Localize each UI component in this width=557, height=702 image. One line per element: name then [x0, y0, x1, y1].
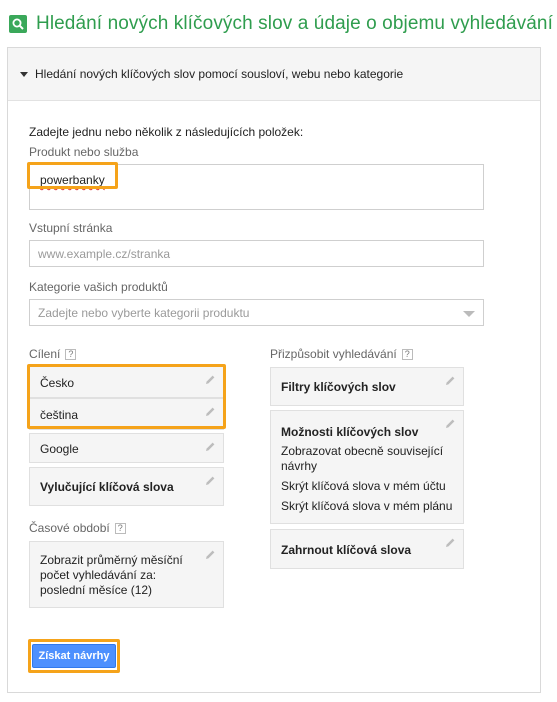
pencil-icon[interactable]	[204, 441, 216, 453]
negative-keywords[interactable]: Vylučující klíčová slova	[29, 467, 224, 506]
targeting-label-text: Cílení	[29, 347, 61, 361]
pencil-icon[interactable]	[444, 375, 456, 387]
keyword-option-line: Zobrazovat obecně související	[281, 444, 444, 458]
keyword-options[interactable]: Možnosti klíčových slov Zobrazovat obecn…	[270, 410, 464, 524]
keyword-filters[interactable]: Filtry klíčových slov	[270, 367, 464, 406]
product-highlight	[27, 162, 118, 189]
keyword-option-line: návrhy	[281, 459, 318, 473]
search-icon	[9, 15, 27, 33]
landing-page-field[interactable]	[29, 240, 484, 267]
panel-title: Hledání nových klíčových slov pomocí sou…	[35, 67, 404, 81]
negative-keywords-text: Vylučující klíčová slova	[40, 480, 174, 494]
include-keywords[interactable]: Zahrnout klíčová slova	[270, 529, 464, 569]
keyword-options-list: Zobrazovat obecně související návrhy Skr…	[281, 444, 452, 514]
dropdown-arrow-icon	[463, 311, 475, 317]
landing-page-label: Vstupní stránka	[29, 221, 113, 235]
page-title: Hledání nových klíčových slov a údaje o …	[36, 13, 553, 34]
button-highlight	[28, 639, 120, 673]
keyword-option-line: Skrýt klíčová slova v mém účtu	[281, 479, 446, 493]
keyword-options-title: Možnosti klíčových slov	[281, 425, 419, 439]
caret-down-icon	[20, 71, 28, 77]
targeting-network[interactable]: Google	[29, 433, 224, 463]
date-range-label-text: Časové období	[29, 521, 110, 535]
date-range-line: počet vyhledávání za:	[40, 568, 157, 582]
date-range-card[interactable]: Zobrazit průměrný měsíční počet vyhledáv…	[29, 541, 224, 608]
targeting-network-text: Google	[40, 442, 79, 456]
category-placeholder: Zadejte nebo vyberte kategorii produktu	[38, 306, 250, 320]
landing-page-input[interactable]	[30, 241, 483, 266]
pencil-icon[interactable]	[444, 537, 456, 549]
date-range-help-icon[interactable]: ?	[114, 522, 126, 534]
keyword-search-panel: Hledání nových klíčových slov pomocí sou…	[7, 47, 541, 693]
pencil-icon[interactable]	[444, 418, 456, 430]
intro-text: Zadejte jednu nebo několik z následující…	[29, 125, 304, 139]
date-range-line: poslední měsíce (12)	[40, 583, 153, 597]
targeting-help-icon[interactable]: ?	[65, 348, 77, 360]
customize-help-icon[interactable]: ?	[401, 348, 413, 360]
customize-label-text: Přizpůsobit vyhledávání	[270, 347, 397, 361]
date-range-label: Časové období ?	[29, 521, 126, 535]
pencil-icon[interactable]	[204, 549, 216, 561]
page-header: Hledání nových klíčových slov a údaje o …	[9, 8, 553, 40]
panel-header-toggle[interactable]: Hledání nových klíčových slov pomocí sou…	[8, 48, 540, 101]
category-select[interactable]: Zadejte nebo vyberte kategorii produktu	[29, 299, 484, 326]
keyword-option-line: Skrýt klíčová slova v mém plánu	[281, 499, 453, 513]
targeting-highlight	[27, 364, 226, 429]
keyword-filters-text: Filtry klíčových slov	[281, 380, 396, 394]
targeting-label: Cílení ?	[29, 347, 77, 361]
product-label: Produkt nebo služba	[29, 145, 139, 159]
date-range-text: Zobrazit průměrný měsíční počet vyhledáv…	[40, 553, 183, 598]
customize-label: Přizpůsobit vyhledávání ?	[270, 347, 413, 361]
pencil-icon[interactable]	[204, 475, 216, 487]
category-label: Kategorie vašich produktů	[29, 280, 168, 294]
date-range-line: Zobrazit průměrný měsíční	[40, 553, 183, 567]
include-keywords-text: Zahrnout klíčová slova	[281, 543, 412, 557]
